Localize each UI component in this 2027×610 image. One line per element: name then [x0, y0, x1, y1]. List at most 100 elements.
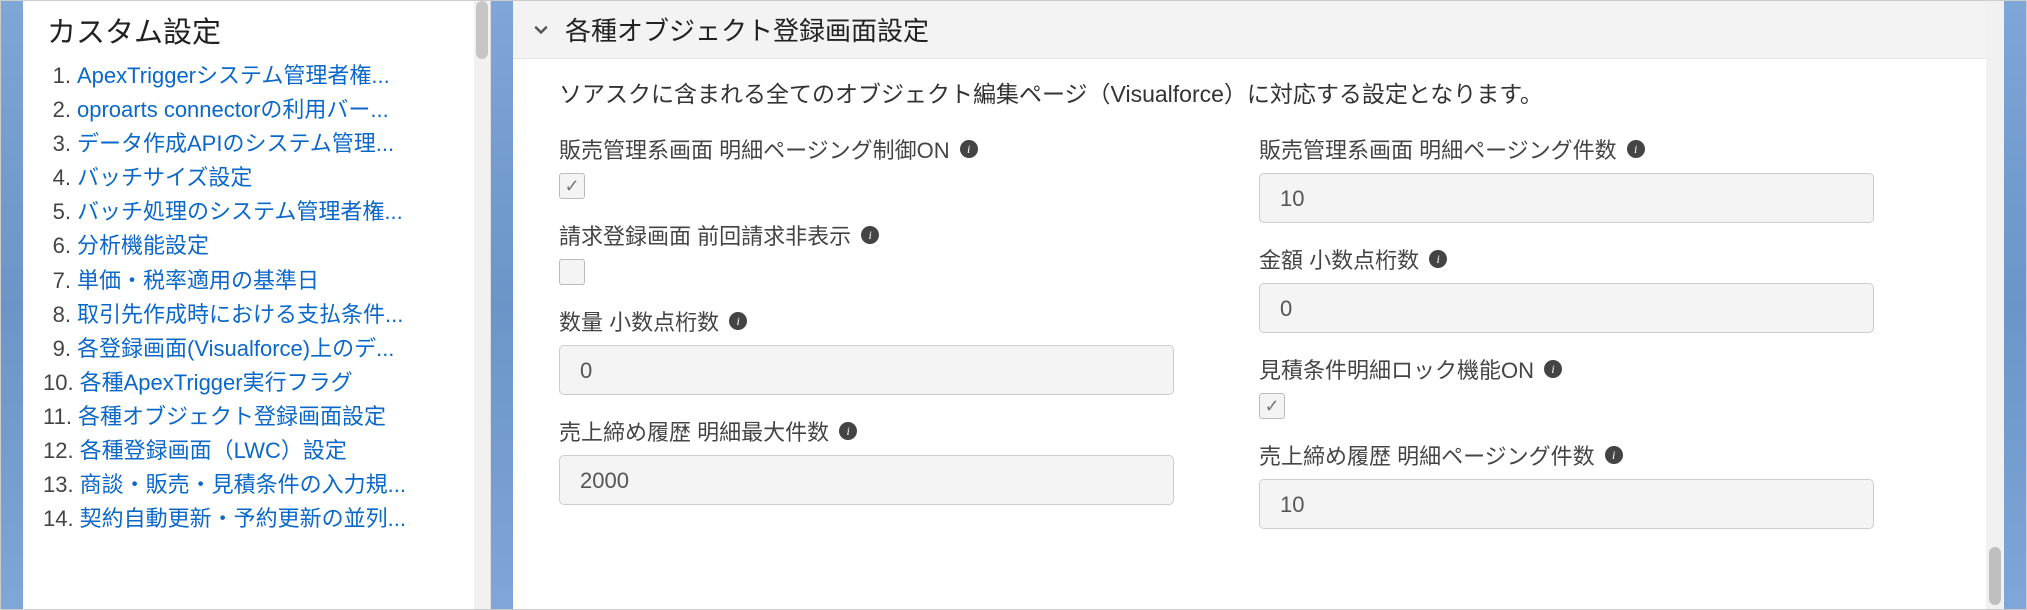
- sidebar-item[interactable]: 11.各種オブジェクト登録画面設定: [43, 400, 480, 434]
- form-field: 売上締め履歴 明細最大件数 i 2000: [559, 415, 1199, 505]
- form-field: 見積条件明細ロック機能ON i: [1259, 353, 1899, 419]
- text-input[interactable]: 0: [1259, 283, 1874, 333]
- sidebar-item[interactable]: 5.バッチ処理のシステム管理者権...: [43, 195, 480, 229]
- sidebar-item[interactable]: 8.取引先作成時における支払条件...: [43, 298, 480, 332]
- sidebar-item[interactable]: 6.分析機能設定: [43, 229, 480, 263]
- sidebar-item[interactable]: 14.契約自動更新・予約更新の並列...: [43, 502, 480, 536]
- sidebar-scrollbar-thumb[interactable]: [476, 1, 488, 59]
- form-field: 売上締め履歴 明細ページング件数 i 10: [1259, 439, 1899, 529]
- info-icon[interactable]: i: [1429, 250, 1447, 268]
- form-field: 数量 小数点桁数 i 0: [559, 305, 1199, 395]
- field-label-text: 販売管理系画面 明細ページング件数: [1259, 133, 1617, 165]
- field-label-text: 販売管理系画面 明細ページング制御ON: [559, 133, 950, 165]
- info-icon[interactable]: i: [1627, 140, 1645, 158]
- sidebar-item[interactable]: 9.各登録画面(Visualforce)上のデ...: [43, 332, 480, 366]
- section-title: 各種オブジェクト登録画面設定: [565, 11, 929, 48]
- field-label-text: 請求登録画面 前回請求非表示: [559, 219, 851, 251]
- info-icon[interactable]: i: [1544, 360, 1562, 378]
- sidebar-item[interactable]: 4.バッチサイズ設定: [43, 161, 480, 195]
- sidebar-item-link[interactable]: 取引先作成時における支払条件...: [77, 298, 403, 332]
- sidebar-item-link[interactable]: バッチサイズ設定: [77, 161, 252, 195]
- checkbox-input[interactable]: [559, 173, 585, 199]
- sidebar-item-number: 7.: [43, 264, 71, 298]
- sidebar-item-link[interactable]: 分析機能設定: [77, 229, 209, 263]
- sidebar-item-link[interactable]: 各登録画面(Visualforce)上のデ...: [77, 332, 394, 366]
- right-decor-strip: [2004, 1, 2026, 609]
- field-label: 販売管理系画面 明細ページング制御ON i: [559, 133, 978, 165]
- checkbox-input[interactable]: [1259, 393, 1285, 419]
- sidebar-item[interactable]: 13.商談・販売・見積条件の入力規...: [43, 468, 480, 502]
- sidebar-item-link[interactable]: ApexTriggerシステム管理者権...: [77, 59, 390, 93]
- info-icon[interactable]: i: [861, 226, 879, 244]
- field-label-text: 見積条件明細ロック機能ON: [1259, 353, 1534, 385]
- chevron-down-icon[interactable]: [531, 20, 551, 40]
- form-field: 請求登録画面 前回請求非表示 i: [559, 219, 1199, 285]
- main-scrollbar-thumb[interactable]: [1989, 547, 2001, 605]
- sidebar-item-number: 6.: [43, 229, 71, 263]
- field-label-text: 数量 小数点桁数: [559, 305, 719, 337]
- sidebar-item-link[interactable]: 各種オブジェクト登録画面設定: [78, 400, 386, 434]
- sidebar-item-number: 14.: [43, 502, 74, 536]
- info-icon[interactable]: i: [839, 422, 857, 440]
- mid-decor-strip: [491, 1, 513, 609]
- checkbox-input[interactable]: [559, 259, 585, 285]
- field-label-text: 売上締め履歴 明細ページング件数: [1259, 439, 1595, 471]
- sidebar-item-number: 1.: [43, 59, 71, 93]
- text-input[interactable]: 2000: [559, 455, 1174, 505]
- sidebar-item-link[interactable]: 契約自動更新・予約更新の並列...: [80, 502, 406, 536]
- sidebar-item-link[interactable]: 各種登録画面（LWC）設定: [80, 434, 347, 468]
- sidebar-item-link[interactable]: 各種ApexTrigger実行フラグ: [80, 366, 353, 400]
- info-icon[interactable]: i: [729, 312, 747, 330]
- field-label: 請求登録画面 前回請求非表示 i: [559, 219, 879, 251]
- sidebar-item[interactable]: 3.データ作成APIのシステム管理...: [43, 127, 480, 161]
- info-icon[interactable]: i: [960, 140, 978, 158]
- sidebar-item[interactable]: 2.oproarts connectorの利用バー...: [43, 93, 480, 127]
- main-panel: 各種オブジェクト登録画面設定 ソアスクに含まれる全てのオブジェクト編集ページ（V…: [513, 1, 2004, 609]
- field-label: 販売管理系画面 明細ページング件数 i: [1259, 133, 1645, 165]
- text-input[interactable]: 0: [559, 345, 1174, 395]
- form-column-right: 販売管理系画面 明細ページング件数 i 10 金額 小数点桁数 i 0 見積条件明細ロック機…: [1259, 133, 1899, 549]
- sidebar-item-number: 2.: [43, 93, 71, 127]
- sidebar-title: カスタム設定: [43, 5, 480, 59]
- sidebar-item[interactable]: 7.単価・税率適用の基準日: [43, 264, 480, 298]
- text-input[interactable]: 10: [1259, 173, 1874, 223]
- info-icon[interactable]: i: [1605, 446, 1623, 464]
- main-scrollbar[interactable]: [1986, 1, 2004, 609]
- sidebar-item[interactable]: 1.ApexTriggerシステム管理者権...: [43, 59, 480, 93]
- sidebar-list: 1.ApexTriggerシステム管理者権...2.oproarts conne…: [43, 59, 480, 536]
- sidebar-item-link[interactable]: oproarts connectorの利用バー...: [77, 93, 389, 127]
- form-field: 金額 小数点桁数 i 0: [1259, 243, 1899, 333]
- text-input[interactable]: 10: [1259, 479, 1874, 529]
- sidebar-item[interactable]: 10.各種ApexTrigger実行フラグ: [43, 366, 480, 400]
- field-label-text: 金額 小数点桁数: [1259, 243, 1419, 275]
- form-grid: 販売管理系画面 明細ページング制御ONi請求登録画面 前回請求非表示i数量 小数…: [513, 117, 2004, 549]
- field-label: 売上締め履歴 明細最大件数 i: [559, 415, 857, 447]
- sidebar-item-number: 8.: [43, 298, 71, 332]
- field-label: 見積条件明細ロック機能ON i: [1259, 353, 1562, 385]
- sidebar-item-number: 5.: [43, 195, 71, 229]
- sidebar-item-number: 12.: [43, 434, 74, 468]
- sidebar-item-link[interactable]: 商談・販売・見積条件の入力規...: [80, 468, 406, 502]
- field-label: 金額 小数点桁数 i: [1259, 243, 1447, 275]
- form-field: 販売管理系画面 明細ページング件数 i 10: [1259, 133, 1899, 223]
- sidebar-scrollbar[interactable]: [474, 1, 490, 609]
- field-label-text: 売上締め履歴 明細最大件数: [559, 415, 829, 447]
- sidebar-item-number: 11.: [43, 400, 72, 434]
- sidebar: カスタム設定 1.ApexTriggerシステム管理者権...2.oproart…: [23, 1, 491, 609]
- field-label: 数量 小数点桁数 i: [559, 305, 747, 337]
- section-header[interactable]: 各種オブジェクト登録画面設定: [513, 1, 2004, 59]
- left-decor-strip: [1, 1, 23, 609]
- form-field: 販売管理系画面 明細ページング制御ON i: [559, 133, 1199, 199]
- sidebar-item-number: 4.: [43, 161, 71, 195]
- sidebar-item-number: 9.: [43, 332, 71, 366]
- sidebar-item-number: 3.: [43, 127, 71, 161]
- field-label: 売上締め履歴 明細ページング件数 i: [1259, 439, 1623, 471]
- sidebar-item-link[interactable]: バッチ処理のシステム管理者権...: [77, 195, 403, 229]
- form-column-left: 販売管理系画面 明細ページング制御ONi請求登録画面 前回請求非表示i数量 小数…: [559, 133, 1199, 549]
- sidebar-item[interactable]: 12.各種登録画面（LWC）設定: [43, 434, 480, 468]
- section-description: ソアスクに含まれる全てのオブジェクト編集ページ（Visualforce）に対応す…: [513, 59, 2004, 117]
- sidebar-item-link[interactable]: 単価・税率適用の基準日: [77, 264, 319, 298]
- sidebar-item-number: 10.: [43, 366, 74, 400]
- sidebar-item-number: 13.: [43, 468, 74, 502]
- sidebar-item-link[interactable]: データ作成APIのシステム管理...: [77, 127, 394, 161]
